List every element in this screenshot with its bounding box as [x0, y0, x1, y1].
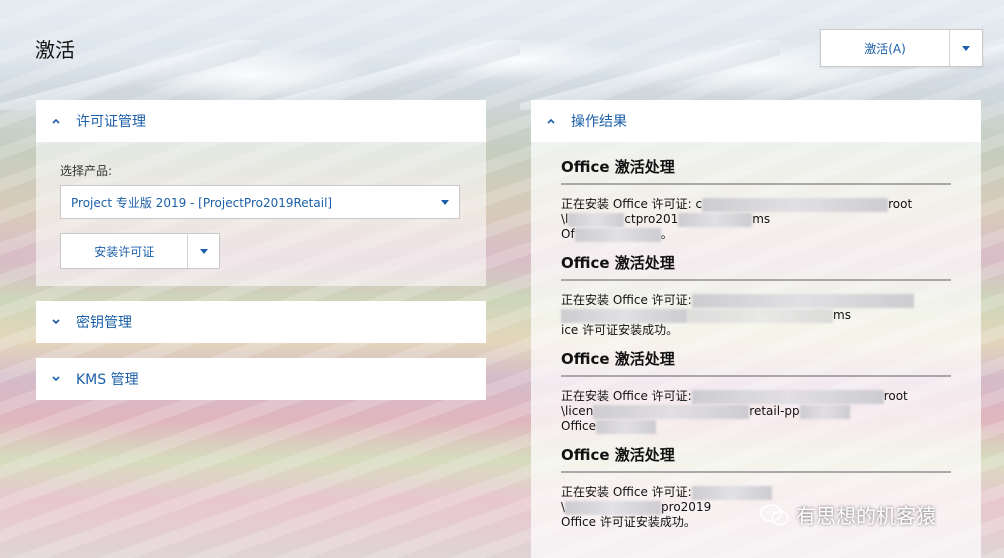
activate-split-button[interactable]: 激活(A): [820, 29, 983, 67]
result-line: Office: [561, 419, 951, 434]
result-line: 正在安装 Office 许可证:: [561, 485, 951, 500]
redacted-text: [568, 212, 625, 227]
wechat-icon: [760, 503, 789, 525]
key-management-panel[interactable]: 密钥管理: [36, 301, 486, 343]
kms-panel-title: KMS 管理: [76, 372, 139, 388]
result-line: \l ctpro201 ms: [561, 212, 951, 227]
redacted-text: [691, 485, 772, 500]
result-group-title: Office 激活处理: [561, 252, 951, 281]
result-line: \licen retail-pp: [561, 404, 951, 419]
result-text: ms: [833, 308, 851, 322]
activate-button[interactable]: 激活(A): [821, 30, 949, 66]
result-text: ctpro201: [624, 212, 679, 226]
caret-down-icon: [441, 199, 449, 205]
results-panel-header[interactable]: 操作结果: [531, 100, 981, 142]
redacted-text: [691, 293, 914, 308]
result-line: Of 。: [561, 227, 951, 242]
redacted-text: [593, 404, 750, 419]
install-license-button[interactable]: 安装许可证: [61, 234, 187, 268]
key-panel-title: 密钥管理: [76, 315, 132, 331]
operation-results-panel: 操作结果 Office 激活处理 正在安装 Office 许可证: c root …: [531, 100, 981, 558]
result-text: retail-pp: [749, 404, 800, 418]
page-title: 激活: [35, 38, 75, 62]
select-product-label: 选择产品:: [60, 164, 113, 178]
result-group: Office 激活处理 正在安装 Office 许可证: c root \l ctp…: [561, 156, 951, 242]
result-text: \l: [561, 212, 569, 226]
kms-management-panel[interactable]: KMS 管理: [36, 358, 486, 400]
license-management-panel: 许可证管理 选择产品: Project 专业版 2019 - [ProjectP…: [36, 100, 486, 286]
activate-dropdown-button[interactable]: [949, 30, 982, 66]
result-text: 。: [660, 227, 673, 241]
result-text: Of: [561, 227, 575, 241]
result-text: root: [883, 389, 908, 403]
redacted-text: [691, 389, 884, 404]
result-text: 正在安装 Office 许可证: c: [561, 197, 703, 211]
caret-down-icon: [199, 248, 208, 254]
result-line: 正在安装 Office 许可证: c root: [561, 197, 951, 212]
result-line: ms: [561, 308, 951, 323]
chevron-up-icon: [36, 116, 76, 126]
redacted-text: [565, 500, 662, 515]
kms-panel-header[interactable]: KMS 管理: [36, 358, 486, 400]
result-group-title: Office 激活处理: [561, 156, 951, 185]
install-license-split-button[interactable]: 安装许可证: [60, 233, 220, 269]
redacted-text: [702, 197, 889, 212]
redacted-text: [678, 212, 753, 227]
chevron-up-icon: [531, 116, 571, 126]
result-line: 正在安装 Office 许可证:: [561, 293, 951, 308]
result-group: Office 激活处理 正在安装 Office 许可证: root \licen r…: [561, 348, 951, 434]
result-text: 正在安装 Office 许可证:: [561, 485, 692, 499]
key-panel-header[interactable]: 密钥管理: [36, 301, 486, 343]
redacted-text: [687, 308, 833, 323]
result-text: 正在安装 Office 许可证:: [561, 293, 692, 307]
chevron-down-icon: [36, 374, 76, 384]
product-select[interactable]: Project 专业版 2019 - [ProjectPro2019Retail…: [60, 185, 460, 219]
result-text: \licen: [561, 404, 594, 418]
license-panel-header[interactable]: 许可证管理: [36, 100, 486, 142]
selected-product-value: Project 专业版 2019 - [ProjectPro2019Retail…: [71, 195, 333, 210]
result-text: ice 许可证安装成功。: [561, 323, 679, 337]
caret-down-icon: [962, 45, 970, 51]
results-panel-title: 操作结果: [571, 114, 627, 130]
watermark: 有思想的机客猿: [760, 500, 936, 529]
result-text: pro2019: [661, 500, 712, 514]
install-license-dropdown-button[interactable]: [187, 234, 219, 268]
result-line: ice 许可证安装成功。: [561, 323, 951, 338]
result-group: Office 激活处理 正在安装 Office 许可证: ms ice 许可证安…: [561, 252, 951, 338]
result-text: Office: [561, 419, 597, 433]
results-log: Office 激活处理 正在安装 Office 许可证: c root \l ctp…: [531, 142, 981, 530]
watermark-text: 有思想的机客猿: [796, 504, 936, 528]
result-text: Office 许可证安装成功。: [561, 515, 696, 529]
redacted-text: [799, 404, 850, 419]
license-panel-body: 选择产品: Project 专业版 2019 - [ProjectPro2019…: [36, 142, 486, 269]
license-panel-title: 许可证管理: [76, 114, 146, 130]
redacted-text: [561, 308, 687, 323]
result-text: 正在安装 Office 许可证:: [561, 389, 692, 403]
redacted-text: [596, 419, 657, 434]
redacted-text: [574, 227, 661, 242]
result-line: 正在安装 Office 许可证: root: [561, 389, 951, 404]
result-text: ms: [752, 212, 771, 226]
chevron-down-icon: [36, 317, 76, 327]
result-text: root: [888, 197, 913, 211]
result-group-title: Office 激活处理: [561, 444, 951, 473]
result-group-title: Office 激活处理: [561, 348, 951, 377]
